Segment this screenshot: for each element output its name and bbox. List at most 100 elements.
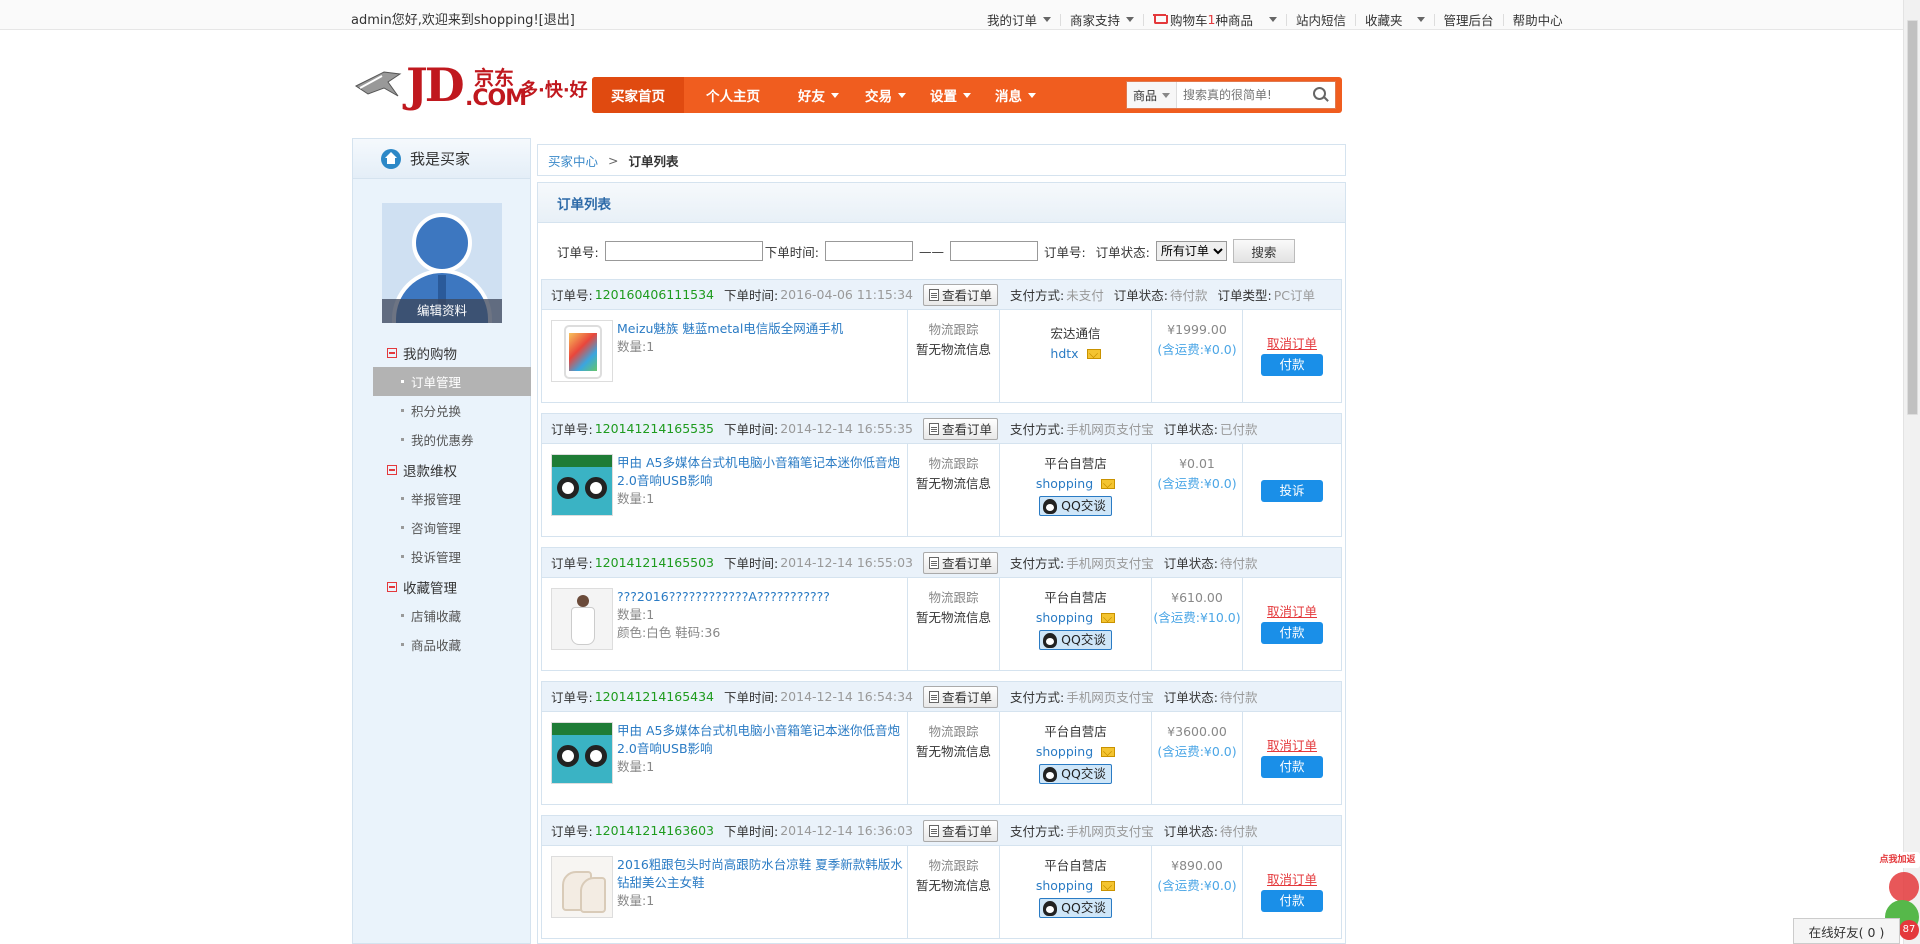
qq-chat-button[interactable]: QQ交谈: [1039, 496, 1112, 516]
sidebar: 我是买家 编辑资料 我的购物 订单管理 积分兑换 我的优惠券 退款维权 举报管理…: [352, 138, 531, 944]
product-thumbnail[interactable]: [551, 320, 613, 382]
qq-chat-button[interactable]: QQ交谈: [1039, 764, 1112, 784]
chevron-down-icon: [1126, 17, 1135, 22]
qq-chat-button[interactable]: QQ交谈: [1039, 898, 1112, 918]
sidebar-item-product-favorites[interactable]: 商品收藏: [353, 630, 531, 659]
avatar[interactable]: 编辑资料: [382, 203, 502, 323]
order-shop: 平台自营店 shopping QQ交谈: [1000, 846, 1152, 938]
product-name-link[interactable]: 甲由 A5多媒体台式机电脑小音箱笔记本迷你低音炮2.0音响USB影响: [617, 722, 907, 758]
nav-friends[interactable]: 好友: [782, 85, 855, 105]
mail-icon[interactable]: [1101, 479, 1116, 489]
collapse-icon: [387, 348, 397, 358]
order-product: 甲由 A5多媒体台式机电脑小音箱笔记本迷你低音炮2.0音响USB影响 数量:1: [542, 712, 908, 804]
order-body: ???2016????????????A??????????? 数量:1 颜色:…: [542, 578, 1341, 670]
speaker-image: [552, 455, 612, 515]
search-icon[interactable]: [1307, 82, 1333, 108]
product-name-link[interactable]: Meizu魅族 魅蓝metal电信版全网通手机: [617, 320, 843, 338]
order-status: 待付款: [1169, 288, 1208, 303]
product-thumbnail[interactable]: [551, 588, 613, 650]
sidebar-item-reports[interactable]: 举报管理: [353, 484, 531, 513]
shop-user-link[interactable]: shopping: [1036, 742, 1116, 762]
sidebar-item-complaints[interactable]: 投诉管理: [353, 542, 531, 571]
shop-name: 宏达通信: [1050, 326, 1101, 341]
edit-profile-button[interactable]: 编辑资料: [382, 299, 502, 323]
filter-time-label: 下单时间:: [764, 244, 819, 260]
nav-messages[interactable]: 消息: [985, 85, 1046, 105]
mail-icon[interactable]: [1101, 613, 1116, 623]
top-nav-admin[interactable]: 管理后台: [1435, 10, 1503, 29]
product-thumbnail[interactable]: [551, 722, 613, 784]
product-thumbnail[interactable]: [551, 454, 613, 516]
breadcrumb-buyer-center[interactable]: 买家中心: [548, 151, 598, 170]
order-no-label: 订单号:: [551, 288, 593, 303]
start-date-input[interactable]: [824, 241, 913, 261]
product-name-link[interactable]: ???2016????????????A???????????: [617, 588, 830, 606]
top-nav-label: 购物车: [1170, 13, 1208, 28]
view-order-button[interactable]: 查看订单: [923, 417, 999, 440]
sidebar-item-points[interactable]: 积分兑换: [353, 396, 531, 425]
mail-icon[interactable]: [1086, 349, 1101, 359]
pay-button[interactable]: 付款: [1261, 756, 1323, 778]
view-order-button[interactable]: 查看订单: [923, 551, 999, 574]
top-nav-merchant-support[interactable]: 商家支持: [1061, 10, 1143, 29]
top-nav-my-orders[interactable]: 我的订单: [978, 10, 1060, 29]
nav-trade[interactable]: 交易: [855, 85, 916, 105]
search-category-select[interactable]: 商品: [1127, 82, 1177, 108]
bullet-icon: [401, 526, 404, 529]
order-number-input[interactable]: [604, 241, 763, 261]
pay-method-label: 支付方式:: [1010, 690, 1065, 705]
jd-logo[interactable]: JD 京东 .COM 多·快·好: [352, 56, 622, 116]
sidebar-group-favorites[interactable]: 收藏管理: [353, 573, 531, 601]
shop-user-link[interactable]: shopping: [1036, 474, 1116, 494]
complain-button[interactable]: 投诉: [1261, 480, 1323, 502]
sidebar-item-coupons[interactable]: 我的优惠券: [353, 425, 531, 454]
view-order-button[interactable]: 查看订单: [923, 283, 999, 306]
mail-icon[interactable]: [1101, 881, 1116, 891]
product-thumbnail[interactable]: [551, 856, 613, 918]
qq-chat-button[interactable]: QQ交谈: [1039, 630, 1112, 650]
scrollbar-thumb[interactable]: [1907, 20, 1918, 415]
filter-order-no-label: 订单号:: [557, 244, 599, 260]
order-status-select[interactable]: 所有订单: [1155, 241, 1227, 261]
vertical-scrollbar[interactable]: [1903, 0, 1920, 944]
nav-settings[interactable]: 设置: [916, 85, 985, 105]
top-nav-help[interactable]: 帮助中心: [1504, 10, 1572, 29]
top-nav-favorites[interactable]: 收藏夹: [1356, 10, 1434, 29]
order-time-label: 下单时间:: [724, 824, 779, 839]
cancel-order-link[interactable]: 取消订单: [1243, 738, 1341, 754]
pay-button[interactable]: 付款: [1261, 622, 1323, 644]
nav-buyer-home[interactable]: 买家首页: [592, 77, 684, 113]
sidebar-group-shopping[interactable]: 我的购物: [353, 339, 531, 367]
sidebar-item-order-management[interactable]: 订单管理: [373, 367, 531, 396]
sidebar-item-inquiries[interactable]: 咨询管理: [353, 513, 531, 542]
product-name-link[interactable]: 甲由 A5多媒体台式机电脑小音箱笔记本迷你低音炮2.0音响USB影响: [617, 454, 907, 490]
cart-count: 1: [1207, 12, 1216, 27]
cancel-order-link[interactable]: 取消订单: [1243, 604, 1341, 620]
order-total: ¥1999.00: [1167, 322, 1227, 337]
logout-link[interactable]: [退出]: [539, 13, 575, 28]
shop-user-link[interactable]: shopping: [1036, 608, 1116, 628]
cancel-order-link[interactable]: 取消订单: [1243, 336, 1341, 352]
order-shipping: (含运费:¥0.0): [1157, 342, 1237, 357]
mail-icon[interactable]: [1101, 747, 1116, 757]
view-order-button[interactable]: 查看订单: [923, 685, 999, 708]
breadcrumb-separator: >: [608, 152, 619, 168]
view-order-button[interactable]: 查看订单: [923, 819, 999, 842]
search-box: 商品: [1126, 81, 1336, 109]
shop-user-link[interactable]: hdtx: [1050, 344, 1101, 364]
nav-personal-page[interactable]: 个人主页: [684, 85, 782, 105]
search-input[interactable]: [1177, 83, 1307, 107]
product-quantity: 数量:1: [617, 607, 655, 622]
shop-user-link[interactable]: shopping: [1036, 876, 1116, 896]
top-nav-messages[interactable]: 站内短信: [1287, 10, 1355, 29]
online-friends-button[interactable]: 在线好友( 0 ): [1793, 918, 1900, 944]
pay-button[interactable]: 付款: [1261, 890, 1323, 912]
search-button[interactable]: 搜索: [1232, 239, 1295, 263]
sidebar-item-shop-favorites[interactable]: 店铺收藏: [353, 601, 531, 630]
cancel-order-link[interactable]: 取消订单: [1243, 872, 1341, 888]
sidebar-group-refunds[interactable]: 退款维权: [353, 456, 531, 484]
end-date-input[interactable]: [949, 241, 1038, 261]
pay-button[interactable]: 付款: [1261, 354, 1323, 376]
product-name-link[interactable]: 2016粗跟包头时尚高跟防水台凉鞋 夏季新款韩版水钻甜美公主女鞋: [617, 856, 907, 892]
top-nav-cart[interactable]: 购物车 1 种商品: [1144, 10, 1286, 29]
